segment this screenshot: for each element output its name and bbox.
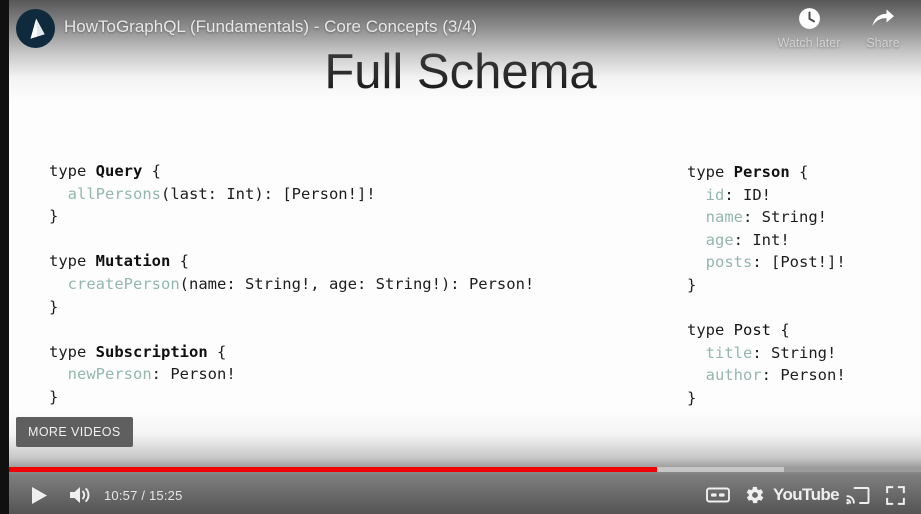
more-videos-button[interactable]: MORE VIDEOS xyxy=(16,417,133,447)
share-button[interactable]: Share xyxy=(846,6,920,50)
fullscreen-icon[interactable] xyxy=(880,476,910,514)
graphql-schema-left-column: type Query { allPersons(last: Int): [Per… xyxy=(49,160,534,409)
code-line: type Post { xyxy=(687,321,790,340)
code-line: age: Int! xyxy=(705,230,790,249)
code-line: posts: [Post!]! xyxy=(705,253,846,272)
person-type-block: type Person { id: ID! name: String! age:… xyxy=(687,161,846,297)
cast-icon[interactable] xyxy=(843,476,873,514)
share-label: Share xyxy=(866,36,900,50)
watch-later-button[interactable]: Watch later xyxy=(772,6,846,50)
code-line: newPerson: Person! xyxy=(67,365,236,384)
left-edge-letterbox-bar xyxy=(0,0,9,514)
code-line: title: String! xyxy=(705,343,837,362)
code-line: } xyxy=(687,275,697,294)
time-display: 10:57 / 15:25 xyxy=(104,487,183,503)
subscription-type-block: type Subscription { newPerson: Person!} xyxy=(49,341,534,409)
watch-later-label: Watch later xyxy=(777,36,841,50)
code-line: type Person { xyxy=(687,163,809,181)
play-button[interactable] xyxy=(22,476,56,514)
video-title[interactable]: HowToGraphQL (Fundamentals) - Core Conce… xyxy=(64,17,477,37)
code-line: } xyxy=(49,297,59,316)
code-line: allPersons(last: Int): [Person!]! xyxy=(67,184,376,203)
code-line: } xyxy=(49,207,59,226)
graphql-schema-right-column: type Person { id: ID! name: String! age:… xyxy=(687,161,846,410)
youtube-watch-link[interactable]: YouTube xyxy=(773,476,840,514)
mutation-type-block: type Mutation { createPerson(name: Strin… xyxy=(49,250,534,318)
post-type-block: type Post { title: String! author: Perso… xyxy=(687,319,846,409)
code-line: id: ID! xyxy=(705,185,772,204)
code-line: author: Person! xyxy=(705,366,846,385)
prisma-logo-icon[interactable] xyxy=(16,9,55,48)
query-type-block: type Query { allPersons(last: Int): [Per… xyxy=(49,160,534,228)
clock-icon xyxy=(772,6,846,32)
slide-title: Full Schema xyxy=(324,45,597,99)
volume-button[interactable] xyxy=(64,476,96,514)
code-line: type Query { xyxy=(49,162,162,180)
youtube-wordmark: YouTube xyxy=(773,485,840,504)
player-controls-row: 10:57 / 15:25 YouTube xyxy=(0,476,921,514)
progress-played-range xyxy=(9,467,657,472)
code-line: type Mutation { xyxy=(49,252,189,271)
code-line: } xyxy=(687,388,697,407)
gear-icon[interactable] xyxy=(740,476,770,514)
code-line: createPerson(name: String!, age: String!… xyxy=(67,274,535,293)
closed-captions-icon[interactable] xyxy=(703,476,733,514)
code-line: type Subscription { xyxy=(49,342,227,361)
progress-bar[interactable] xyxy=(9,467,921,472)
code-line: name: String! xyxy=(705,208,827,227)
player-bottom-overlay: MORE VIDEOS 10:57 / 15:25 YouTube xyxy=(0,410,921,514)
youtube-video-player[interactable]: Full Schema type Query { allPersons(last… xyxy=(0,0,921,514)
code-line: } xyxy=(49,387,59,406)
share-arrow-icon xyxy=(846,6,920,32)
